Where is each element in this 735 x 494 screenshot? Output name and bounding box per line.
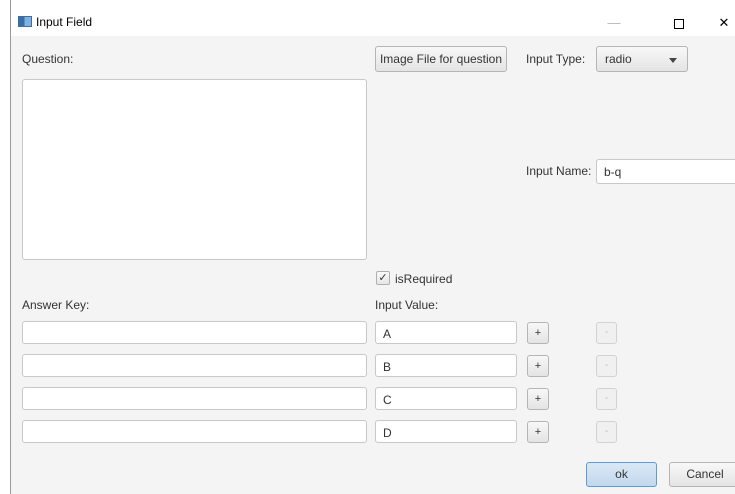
maximize-icon <box>674 18 684 29</box>
is-required-checkbox[interactable]: ✓ <box>376 271 390 285</box>
image-file-button[interactable]: Image File for question <box>375 46 507 72</box>
input-value-field-2[interactable]: B <box>375 354 517 377</box>
answer-key-label: Answer Key: <box>22 298 90 312</box>
remove-row-button-4[interactable]: - <box>596 421 617 443</box>
maximize-button[interactable] <box>656 9 702 37</box>
answer-key-input-3[interactable] <box>22 387 367 410</box>
input-type-label: Input Type: <box>526 52 586 66</box>
ok-button[interactable]: ok <box>586 462 657 487</box>
minimize-button[interactable]: — <box>591 9 637 37</box>
add-row-button-4[interactable]: + <box>527 421 549 443</box>
add-row-button-1[interactable]: + <box>527 322 549 344</box>
java-app-icon <box>18 16 32 27</box>
close-button[interactable]: ✕ <box>701 9 735 37</box>
remove-row-button-2[interactable]: - <box>596 355 617 377</box>
window-title: Input Field <box>36 15 93 29</box>
is-required-label: isRequired <box>395 272 453 286</box>
add-row-button-2[interactable]: + <box>527 355 549 377</box>
cancel-button[interactable]: Cancel <box>669 462 735 487</box>
answer-key-input-2[interactable] <box>22 354 367 377</box>
input-type-select[interactable]: radio <box>596 46 688 72</box>
input-type-selected-value: radio <box>605 52 632 66</box>
input-value-field-1[interactable]: A <box>375 321 517 344</box>
input-value-field-3[interactable]: C <box>375 387 517 410</box>
question-label: Question: <box>22 52 74 66</box>
remove-row-button-1[interactable]: - <box>596 322 617 344</box>
chevron-down-icon <box>669 58 677 63</box>
question-textarea[interactable] <box>22 79 367 260</box>
remove-row-button-3[interactable]: - <box>596 388 617 410</box>
input-name-label: Input Name: <box>526 164 592 178</box>
input-value-label: Input Value: <box>375 298 439 312</box>
input-value-field-4[interactable]: D <box>375 420 517 443</box>
add-row-button-3[interactable]: + <box>527 388 549 410</box>
answer-key-input-4[interactable] <box>22 420 367 443</box>
input-field-dialog: Input Field — ✕ Question: Image File for… <box>10 0 735 494</box>
answer-key-input-1[interactable] <box>22 321 367 344</box>
input-name-field[interactable]: b-q <box>596 159 735 184</box>
title-bar[interactable]: Input Field — ✕ <box>11 0 735 36</box>
